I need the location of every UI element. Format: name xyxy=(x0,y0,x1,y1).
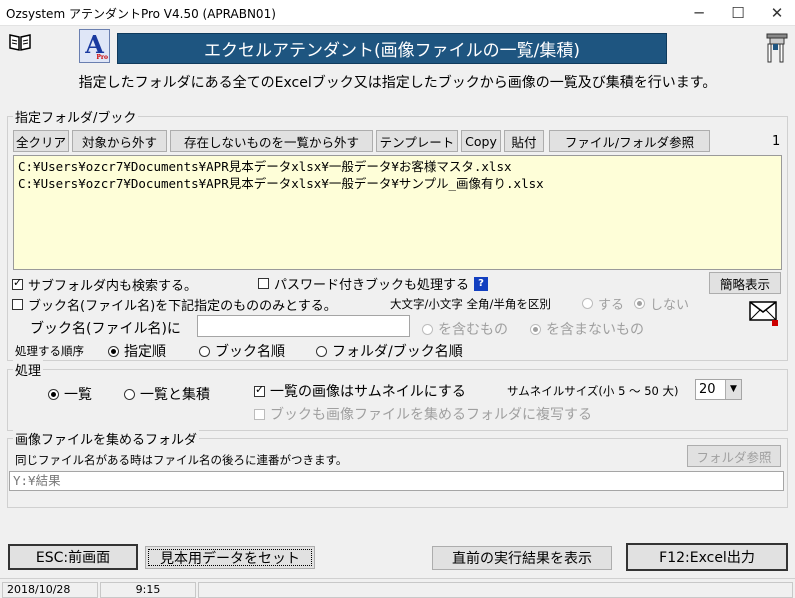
mode-list-label: 一覧 xyxy=(64,387,92,403)
order-folder-bookname-radio[interactable] xyxy=(316,345,327,357)
esc-back-button[interactable]: ESC:前画面 xyxy=(8,544,138,570)
app-logo: A Pro xyxy=(79,29,110,63)
order-bookname-label: ブック名順 xyxy=(215,344,285,360)
set-sample-data-button[interactable]: 見本用データをセット xyxy=(145,546,315,569)
maximize-button[interactable]: ☐ xyxy=(724,0,752,26)
simple-view-button[interactable]: 簡略表示 xyxy=(709,272,781,294)
case-label: 大文字/小文字 全角/半角を区別 xyxy=(390,297,551,311)
page-description: 指定したフォルダにある全てのExcelブック又は指定したブックから画像の一覧及び… xyxy=(78,75,717,91)
remove-missing-button[interactable]: 存在しないものを一覧から外す xyxy=(170,130,373,152)
not-contains-option[interactable]: を含まないもの xyxy=(530,319,644,339)
order-bookname-option[interactable]: ブック名順 xyxy=(199,341,285,361)
f12-excel-output-button[interactable]: F12:Excel出力 xyxy=(626,543,788,571)
minimize-button[interactable]: ─ xyxy=(685,0,713,26)
mode-list-collect-option[interactable]: 一覧と集積 xyxy=(124,384,210,404)
mode-list-option[interactable]: 一覧 xyxy=(48,384,92,404)
status-message xyxy=(198,582,793,598)
order-bookname-radio[interactable] xyxy=(199,345,210,357)
bookname-only-checkbox[interactable] xyxy=(12,299,23,310)
case-no-option[interactable]: しない xyxy=(634,294,689,313)
order-folder-bookname-label: フォルダ/ブック名順 xyxy=(332,344,463,360)
case-yes-label: する xyxy=(598,298,625,313)
order-folder-bookname-option[interactable]: フォルダ/ブック名順 xyxy=(316,341,463,361)
template-button[interactable]: テンプレート xyxy=(376,130,458,152)
status-time: 9:15 xyxy=(100,582,196,598)
collect-group-label: 画像ファイルを集めるフォルダ xyxy=(13,429,200,448)
order-specified-option[interactable]: 指定順 xyxy=(108,341,166,361)
thumb-size-label: サムネイルサイズ(小 5 ～ 50 大) xyxy=(507,384,679,398)
close-button[interactable]: ✕ xyxy=(763,0,791,26)
thumbnail-label: 一覧の画像はサムネイルにする xyxy=(270,384,466,400)
collect-path-input[interactable]: Y:¥結果 xyxy=(9,471,784,491)
clear-all-button[interactable]: 全クリア xyxy=(13,130,69,152)
process-group-label: 処理 xyxy=(13,360,44,379)
collect-note: 同じファイル名がある時はファイル名の後ろに連番がつきます。 xyxy=(15,453,348,467)
contains-radio[interactable] xyxy=(422,323,433,335)
mode-list-collect-label: 一覧と集積 xyxy=(140,387,210,403)
file-count: 1 xyxy=(772,134,781,149)
browse-file-folder-button[interactable]: ファイル/フォルダ参照 xyxy=(549,130,710,152)
title-bar: Ozsystem アテンダントPro V4.50 (APRABN01) ─ ☐ … xyxy=(0,0,795,26)
subfolder-checkbox[interactable] xyxy=(12,276,23,290)
case-no-label: しない xyxy=(650,298,690,313)
subfolder-label: サブフォルダ内も検索する。 xyxy=(28,279,198,294)
copy-book-checkbox[interactable] xyxy=(254,408,265,420)
contains-option[interactable]: を含むもの xyxy=(422,319,508,339)
case-yes-radio[interactable] xyxy=(582,298,593,309)
remove-button[interactable]: 対象から外す xyxy=(72,130,167,152)
copy-book-label: ブックも画像ファイルを集めるフォルダに複写する xyxy=(270,407,592,423)
password-label: パスワード付きブックも処理する xyxy=(274,278,470,293)
file-list-item[interactable]: C:¥Users¥ozcr7¥Documents¥APR見本データxlsx¥一般… xyxy=(18,175,777,192)
chevron-down-icon[interactable]: ▼ xyxy=(725,380,741,399)
mode-list-radio[interactable] xyxy=(48,388,59,400)
not-contains-radio[interactable] xyxy=(530,323,541,335)
page-banner: エクセルアテンダント(画像ファイルの一覧/集積) xyxy=(117,33,667,64)
bookname-only-option[interactable]: ブック名(ファイル名)を下記指定のもののみとする。 xyxy=(12,295,337,314)
mail-icon[interactable] xyxy=(748,298,780,328)
folder-browse-button[interactable]: フォルダ参照 xyxy=(687,445,781,467)
folder-group-label: 指定フォルダ/ブック xyxy=(13,107,139,126)
help-icon[interactable]: ? xyxy=(474,276,489,291)
mode-list-collect-radio[interactable] xyxy=(124,388,135,400)
file-list[interactable]: C:¥Users¥ozcr7¥Documents¥APR見本データxlsx¥一般… xyxy=(13,155,782,270)
thumb-size-value: 20 xyxy=(699,382,716,397)
thumb-size-select[interactable]: 20 ▼ xyxy=(695,379,742,400)
file-list-item[interactable]: C:¥Users¥ozcr7¥Documents¥APR見本データxlsx¥一般… xyxy=(18,158,777,175)
order-specified-label: 指定順 xyxy=(124,344,166,360)
book-icon[interactable] xyxy=(8,32,32,52)
logo-sub: Pro xyxy=(96,54,108,61)
bookname-only-label: ブック名(ファイル名)を下記指定のもののみとする。 xyxy=(28,299,337,314)
order-label: 処理する順序 xyxy=(15,344,84,358)
not-contains-label: を含まないもの xyxy=(546,322,644,338)
paste-button[interactable]: 貼付 xyxy=(504,130,544,152)
page-title: エクセルアテンダント(画像ファイルの一覧/集積) xyxy=(204,41,580,61)
status-date: 2018/10/28 xyxy=(2,582,98,598)
thumbnail-checkbox[interactable] xyxy=(254,383,265,397)
subfolder-option[interactable]: サブフォルダ内も検索する。 xyxy=(12,275,197,294)
case-yes-option[interactable]: する xyxy=(582,294,624,313)
password-checkbox[interactable] xyxy=(258,278,269,289)
bookname-input[interactable] xyxy=(197,315,410,337)
contains-label: を含むもの xyxy=(438,322,508,338)
pin-icon[interactable] xyxy=(764,30,790,66)
bookname-label: ブック名(ファイル名)に xyxy=(30,321,181,337)
copy-book-option[interactable]: ブックも画像ファイルを集めるフォルダに複写する xyxy=(254,404,592,424)
status-bar: 2018/10/28 9:15 xyxy=(0,578,795,598)
copy-button[interactable]: Copy xyxy=(461,130,501,152)
show-last-result-button[interactable]: 直前の実行結果を表示 xyxy=(432,546,612,570)
case-no-radio[interactable] xyxy=(634,298,645,309)
password-option[interactable]: パスワード付きブックも処理する ? xyxy=(258,274,489,293)
order-specified-radio[interactable] xyxy=(108,345,119,357)
thumbnail-option[interactable]: 一覧の画像はサムネイルにする xyxy=(254,381,466,401)
window-title: Ozsystem アテンダントPro V4.50 (APRABN01) xyxy=(6,7,276,21)
